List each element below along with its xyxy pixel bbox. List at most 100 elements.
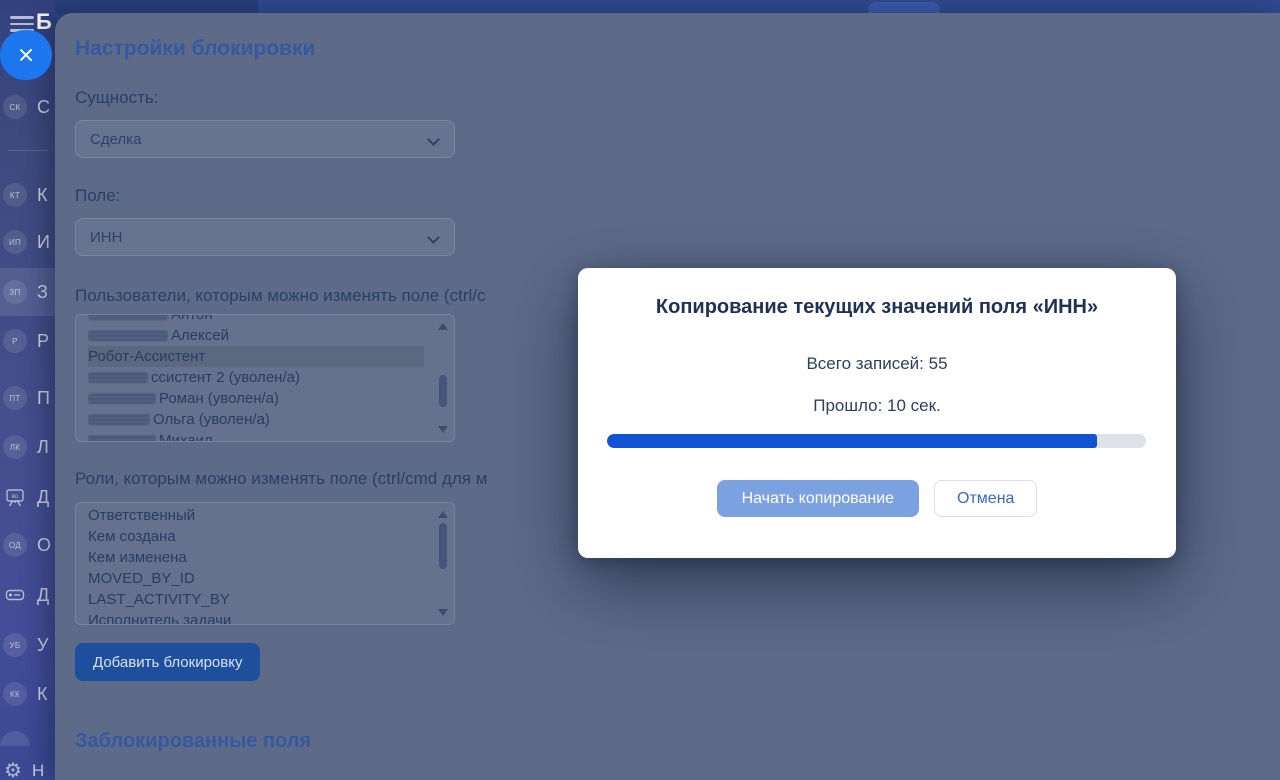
redacted-name xyxy=(88,414,150,425)
sidebar-item-label: П xyxy=(37,388,50,409)
gear-icon xyxy=(4,758,22,780)
avatar: ПТ xyxy=(3,386,27,410)
svg-text:во: во xyxy=(12,494,19,500)
list-item-label: Робот-Ассистент xyxy=(88,348,205,365)
scrollbar-thumb[interactable] xyxy=(439,375,447,407)
blocked-fields-title: Заблокированные поля xyxy=(75,730,311,753)
modal-buttons: Начать копирование Отмена xyxy=(578,480,1176,517)
list-item[interactable]: Роман (уволен/а) xyxy=(88,388,424,409)
close-button[interactable] xyxy=(0,30,52,80)
list-item[interactable]: Ольга (уволен/а) xyxy=(88,409,424,430)
topbar xyxy=(0,0,1280,13)
triangle-up-icon[interactable] xyxy=(438,511,448,518)
roles-listbox[interactable]: ОтветственныйКем создана Кем изменена MOVE… xyxy=(75,502,455,625)
list-item-label: Исполнитель задачи xyxy=(88,612,231,625)
list-item[interactable]: MOVED_BY_ID xyxy=(88,568,424,589)
sidebar-item[interactable]: во Д xyxy=(0,473,55,521)
close-x-icon xyxy=(18,47,34,63)
list-item-label: ссистент 2 (уволен/а) xyxy=(151,369,300,386)
list-item-label: MOVED_BY_ID xyxy=(88,570,195,587)
sidebar-item[interactable]: Д xyxy=(0,571,55,619)
list-item-label: Алексей xyxy=(171,327,229,344)
roles-scrollbar[interactable] xyxy=(437,511,449,616)
list-item-label: LAST_ACTIVITY_BY xyxy=(88,591,230,608)
list-item[interactable]: Антон xyxy=(88,314,424,325)
copy-values-modal: Копирование текущих значений поля «ИНН» … xyxy=(578,268,1176,558)
sidebar-item-label: Н xyxy=(32,761,44,780)
sidebar-item-label: З xyxy=(37,282,48,303)
sidebar-item[interactable]: УБ У xyxy=(0,621,55,669)
avatar: ИП xyxy=(3,230,27,254)
total-records-text: Всего записей: 55 xyxy=(578,354,1176,374)
sidebar-item[interactable]: ИП И xyxy=(0,218,55,266)
avatar: СК xyxy=(3,95,27,119)
sidebar-item-label: С xyxy=(37,97,50,118)
scrollbar-thumb[interactable] xyxy=(439,523,447,569)
list-item[interactable]: LAST_ACTIVITY_BY xyxy=(88,589,424,610)
list-item[interactable]: Кем изменена xyxy=(88,547,424,568)
sidebar-item-label: Р xyxy=(37,331,49,352)
sidebar-item[interactable]: РР xyxy=(0,317,55,365)
avatar: ЗП xyxy=(3,280,27,304)
redacted-name xyxy=(88,314,168,320)
list-item-label: Ольга (уволен/а) xyxy=(153,411,270,428)
modal-title: Копирование текущих значений поля «ИНН» xyxy=(578,296,1176,319)
sidebar-item-label: Д xyxy=(37,585,49,606)
redacted-name xyxy=(88,372,148,383)
list-item[interactable]: Кем создана xyxy=(88,526,424,547)
sidebar-item[interactable]: ОДО xyxy=(0,521,55,569)
avatar: КТ xyxy=(3,183,27,207)
sidebar-item[interactable]: ЛК Л xyxy=(0,423,55,471)
list-item[interactable]: ссистент 2 (уволен/а) xyxy=(88,367,424,388)
field-select[interactable]: ИНН xyxy=(75,218,455,256)
users-scrollbar[interactable] xyxy=(437,323,449,433)
users-label: Пользователи, которым можно изменять пол… xyxy=(75,286,485,306)
redacted-name xyxy=(88,393,156,404)
add-blocking-button[interactable]: Добавить блокировку xyxy=(75,643,260,681)
sidebar-item[interactable]: СК С xyxy=(0,83,55,131)
sidebar-item-label: И xyxy=(37,232,50,253)
drive-icon xyxy=(3,583,27,607)
chevron-down-icon xyxy=(427,133,440,146)
list-item[interactable]: Алексей xyxy=(88,325,424,346)
users-listbox[interactable]: Антон Алексей Робот-Ассистент ссистент 2 (у… xyxy=(75,314,455,442)
sidebar-item-settings[interactable]: Н xyxy=(4,758,44,780)
sidebar-item-label: О xyxy=(37,535,51,556)
entity-label: Сущность: xyxy=(75,88,158,108)
list-item[interactable]: Робот-Ассистент xyxy=(88,346,424,367)
redacted-name xyxy=(88,330,168,341)
list-item[interactable]: Исполнитель задачи xyxy=(88,610,424,625)
presentation-board-icon: во xyxy=(3,485,27,509)
triangle-up-icon[interactable] xyxy=(438,323,448,330)
triangle-down-icon[interactable] xyxy=(438,426,448,433)
sidebar-item[interactable]: ЗП З xyxy=(0,268,55,316)
progress-fill xyxy=(607,434,1097,448)
sidebar-item-label: Д xyxy=(37,487,49,508)
cancel-button[interactable]: Отмена xyxy=(934,480,1037,517)
elapsed-text: Прошло: 10 сек. xyxy=(578,396,1176,416)
entity-select[interactable]: Сделка xyxy=(75,120,455,158)
panel-title: Настройки блокировки xyxy=(75,37,315,61)
sidebar: Б СКСКТКИПИЗПЗРРПТПЛКЛвоДОДОДУБУККК Н xyxy=(0,0,55,780)
field-select-value: ИНН xyxy=(90,229,122,246)
entity-select-value: Сделка xyxy=(90,131,141,148)
sidebar-item-label: У xyxy=(37,635,48,656)
avatar: Р xyxy=(3,329,27,353)
sidebar-item-label: К xyxy=(37,684,48,705)
sidebar-item-label: К xyxy=(37,185,48,206)
list-item-label: Антон xyxy=(171,314,213,323)
triangle-down-icon[interactable] xyxy=(438,609,448,616)
list-item-label: Кем изменена xyxy=(88,549,187,566)
sidebar-item[interactable]: ПТ П xyxy=(0,374,55,422)
collapsed-avatar xyxy=(0,731,30,746)
avatar: КК xyxy=(3,682,27,706)
list-item[interactable]: Михаил xyxy=(88,430,424,442)
start-copy-button[interactable]: Начать копирование xyxy=(717,480,919,517)
logo-letter: Б xyxy=(36,9,52,35)
sidebar-item[interactable]: ККК xyxy=(0,670,55,718)
avatar: ЛК xyxy=(3,435,27,459)
avatar: УБ xyxy=(3,633,27,657)
sidebar-item[interactable]: КТ К xyxy=(0,171,55,219)
list-item[interactable]: Ответственный xyxy=(88,505,424,526)
sidebar-item-label: Л xyxy=(37,437,49,458)
